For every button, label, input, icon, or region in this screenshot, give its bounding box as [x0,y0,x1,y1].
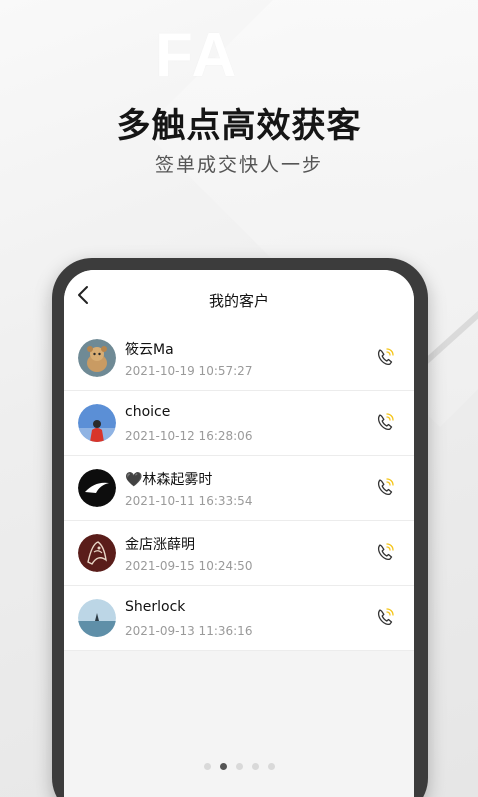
phone-call-icon[interactable] [374,411,396,433]
pagination-dot[interactable] [219,763,227,770]
nav-bar: 我的客户 [64,270,414,326]
customer-time: 2021-09-15 10:24:50 [125,559,253,573]
customer-row[interactable]: choice 2021-10-12 16:28:06 [64,391,414,456]
pagination-dots [64,763,414,770]
promo-headline: 多触点高效获客 [116,106,362,146]
customer-row[interactable]: 🖤林森起雾时 2021-10-11 16:33:54 [64,456,414,521]
avatar [78,599,116,637]
avatar [78,534,116,572]
customer-name: Sherlock [125,599,186,615]
customer-list: 筱云Ma 2021-10-19 10:57:27 choice 2021-10-… [64,326,414,651]
pagination-dot[interactable] [267,763,275,770]
phone-screen: 我的客户 筱云Ma 2021-10-19 10:57:27 choice 202… [64,270,414,797]
promo-subline: 签单成交快人一步 [154,154,323,176]
avatar [78,404,116,442]
customer-row[interactable]: 金店涨薛明 2021-09-15 10:24:50 [64,521,414,586]
customer-row[interactable]: 筱云Ma 2021-10-19 10:57:27 [64,326,414,391]
customer-row[interactable]: Sherlock 2021-09-13 11:36:16 [64,586,414,651]
customer-time: 2021-09-13 11:36:16 [125,624,253,638]
customer-time: 2021-10-19 10:57:27 [125,364,253,378]
pagination-dot[interactable] [203,763,211,770]
customer-name: 🖤林森起雾时 [125,472,213,488]
phone-call-icon[interactable] [374,606,396,628]
customer-time: 2021-10-11 16:33:54 [125,494,253,508]
watermark-text: FA [155,21,239,90]
phone-call-icon[interactable] [374,541,396,563]
pagination-dot[interactable] [235,763,243,770]
customer-name: 筱云Ma [125,342,174,358]
customer-name: choice [125,404,171,420]
customer-name: 金店涨薛明 [125,537,195,553]
phone-call-icon[interactable] [374,346,396,368]
page-title: 我的客户 [208,292,269,310]
pagination-dot[interactable] [251,763,259,770]
phone-call-icon[interactable] [374,476,396,498]
customer-time: 2021-10-12 16:28:06 [125,429,253,443]
avatar [78,339,116,377]
avatar [78,469,116,507]
